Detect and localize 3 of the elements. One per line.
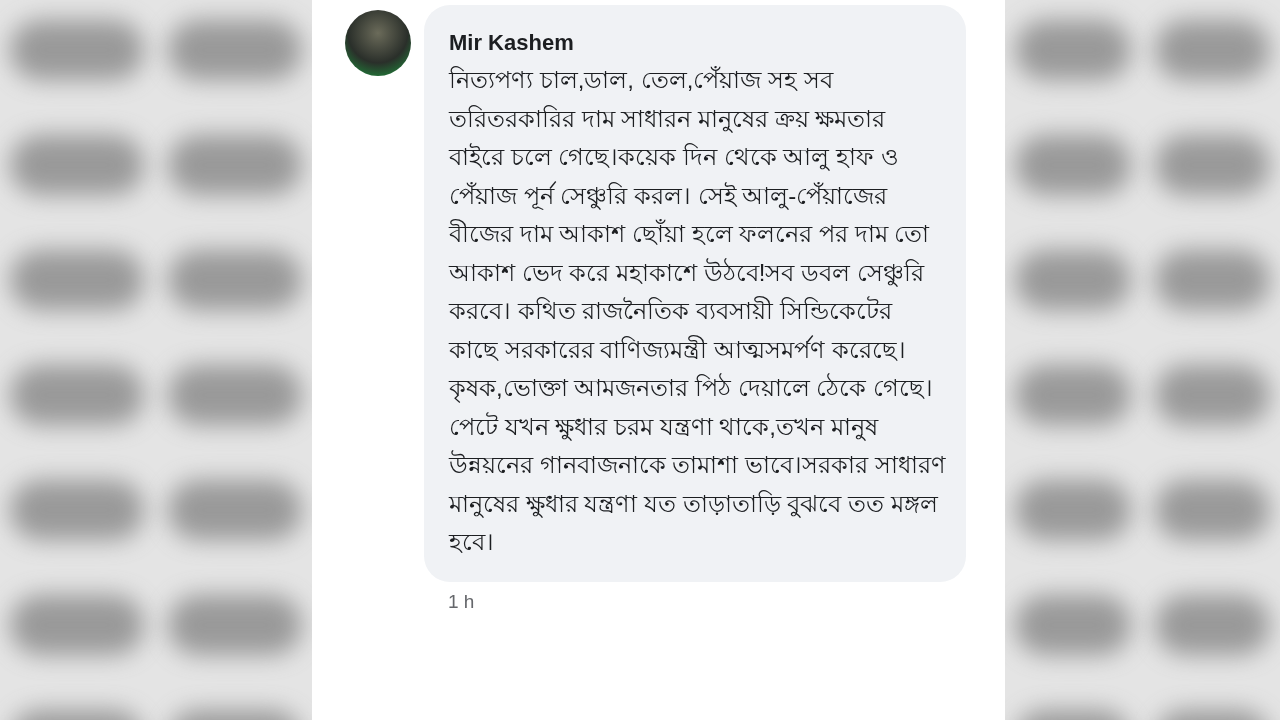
comment-text: নিত্যপণ্য চাল,ডাল, তেল,পেঁয়াজ সহ সব তরিতরকারির দাম সাধারন মানুষের ক্রয় ক্ষমতার বাইরে চলে গেছে।কয়েক দিন থেকে আলু হাফ ও পেঁয়াজ পূর্ন সেঞ্চুরি করল। সেই আলু-পেঁয়াজের বীজের দাম আকাশ ছোঁয়া হলে ফলনের পর দাম তো আকাশ ভেদ করে মহাকাশে উঠবে!সব ডবল সেঞ্চুরি করবে। কথিত রাজনৈতিক ব্যবসায়ী সিন্ডিকেটের কাছে সরকারের বাণিজ্যমন্ত্রী আত্মসমর্পণ করেছে। কৃষক,ভোক্তা আমজনতার পিঠ দেয়ালে ঠেকে গেছে। পেটে যখন ক্ষুধার চরম যন্ত্রণা থাকে,তখন মানুষ উন্নয়নের গানবাজনাকে তামাশা ভাবে।সরকার সাধারণ মানুষের ক্ষুধার যন্ত্রণা যত তাড়াতাড়ি বুঝবে তত মঙ্গল হবে। (449, 65, 946, 557)
timestamp[interactable]: 1 h (448, 587, 475, 616)
author-name[interactable]: Mir Kashem (449, 29, 946, 57)
